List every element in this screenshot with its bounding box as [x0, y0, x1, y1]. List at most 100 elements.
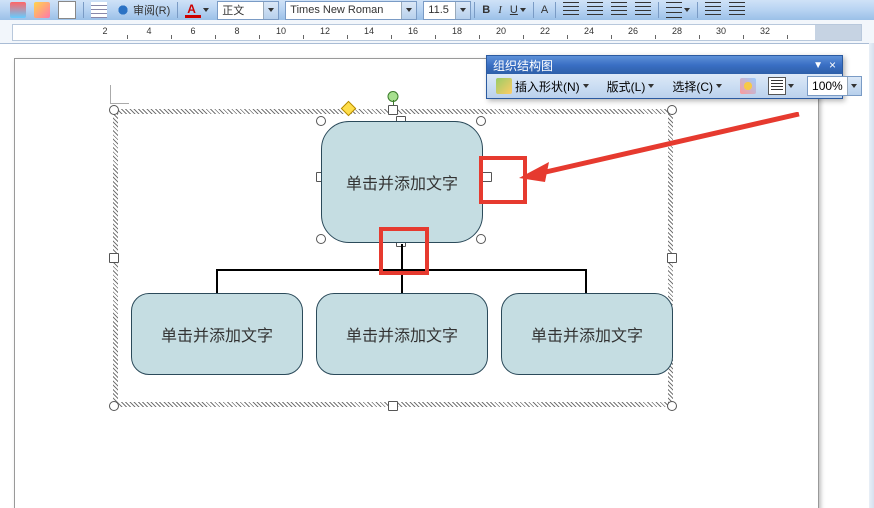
align-left-button[interactable]	[559, 0, 583, 20]
horizontal-ruler[interactable]: 2468101214161820222426283032	[0, 20, 874, 44]
justify-icon	[635, 2, 651, 18]
autoformat-button[interactable]	[735, 75, 761, 97]
ruler-number: 4	[146, 26, 151, 36]
chevron-down-icon[interactable]	[847, 77, 861, 95]
autoformat-icon	[740, 78, 756, 94]
bold-icon: B	[482, 4, 490, 16]
org-chart-toolbar[interactable]: 组织结构图 ▼ × 插入形状(N) 版式(L) 选择(C)	[486, 55, 843, 99]
ruler-number: 18	[452, 26, 462, 36]
chevron-down-icon	[716, 84, 722, 88]
ruler-ticks: 2468101214161820222426283032	[12, 24, 862, 39]
style-combo[interactable]: 正文	[217, 1, 279, 20]
shape-handle[interactable]	[476, 234, 486, 244]
ruler-number: 16	[408, 26, 418, 36]
insert-shape-icon	[496, 78, 512, 94]
close-icon[interactable]: ×	[829, 58, 836, 72]
font-size-combo[interactable]: 11.5	[423, 1, 471, 20]
zoom-combo[interactable]: 100%	[807, 76, 862, 96]
shape-handle[interactable]	[476, 116, 486, 126]
org-node-text: 单击并添加文字	[161, 322, 273, 346]
page-icon	[58, 1, 76, 19]
em-mark-button[interactable]: A	[537, 0, 552, 20]
resize-handle[interactable]	[388, 401, 398, 411]
highlight-icon	[34, 2, 50, 18]
chevron-down-icon[interactable]	[401, 2, 416, 19]
justify-button[interactable]	[631, 0, 655, 20]
toolbar-icon-2[interactable]	[30, 0, 54, 20]
font-color-button[interactable]: A	[181, 0, 213, 20]
main-toolbar: 审阅(R) A 正文 Times New Roman 11.5 B I U A	[0, 0, 874, 21]
org-node-child[interactable]: 单击并添加文字	[131, 293, 303, 375]
org-node-top[interactable]: 单击并添加文字	[321, 121, 483, 243]
select-button[interactable]: 选择(C)	[667, 75, 727, 97]
italic-button[interactable]: I	[494, 0, 506, 20]
chevron-down-icon[interactable]	[455, 2, 470, 19]
ruler-number: 32	[760, 26, 770, 36]
resize-handle[interactable]	[667, 105, 677, 115]
text-wrap-icon	[768, 77, 786, 95]
underline-icon: U	[510, 4, 518, 16]
align-right-icon	[611, 2, 627, 18]
zoom-value: 100%	[808, 79, 847, 93]
ruler-number: 10	[276, 26, 286, 36]
ruler-number: 6	[190, 26, 195, 36]
text-wrap-button[interactable]	[763, 75, 799, 97]
line-spacing-icon	[666, 2, 682, 18]
bullet-list-icon	[729, 2, 745, 18]
numbered-list-icon	[705, 2, 721, 18]
toolbar-icon-1[interactable]	[6, 0, 30, 20]
shape-handle[interactable]	[316, 234, 326, 244]
org-node-child[interactable]: 单击并添加文字	[501, 293, 673, 375]
chevron-down-icon	[788, 84, 794, 88]
review-icon	[115, 2, 131, 18]
review-label: 审阅(R)	[133, 2, 170, 18]
font-color-icon: A	[185, 2, 201, 18]
toolbar-icon-4[interactable]	[87, 0, 111, 20]
scrollbar-edge[interactable]	[869, 43, 874, 508]
font-name-value: Times New Roman	[286, 4, 401, 16]
resize-handle[interactable]	[109, 401, 119, 411]
em-mark-icon: A	[541, 4, 548, 16]
resize-handle[interactable]	[388, 105, 398, 115]
underline-button[interactable]: U	[506, 0, 530, 20]
align-center-button[interactable]	[583, 0, 607, 20]
chevron-down-icon	[203, 8, 209, 12]
font-name-combo[interactable]: Times New Roman	[285, 1, 417, 20]
chevron-down-icon	[520, 8, 526, 12]
insert-shape-button[interactable]: 插入形状(N)	[491, 75, 594, 97]
resize-handle[interactable]	[667, 253, 677, 263]
numbered-list-button[interactable]	[701, 0, 725, 20]
org-node-child[interactable]: 单击并添加文字	[316, 293, 488, 375]
margin-corner-mark	[110, 85, 129, 104]
org-node-text: 单击并添加文字	[531, 322, 643, 346]
ruler-number: 20	[496, 26, 506, 36]
palette-icon	[10, 2, 26, 18]
annotation-box	[379, 227, 429, 275]
review-button[interactable]: 审阅(R)	[111, 0, 174, 20]
bullet-list-button[interactable]	[725, 0, 749, 20]
chevron-down-icon	[648, 84, 654, 88]
app-stage: 审阅(R) A 正文 Times New Roman 11.5 B I U A	[0, 0, 874, 508]
resize-handle[interactable]	[109, 105, 119, 115]
resize-handle[interactable]	[667, 401, 677, 411]
ruler-number: 22	[540, 26, 550, 36]
ruler-number: 28	[672, 26, 682, 36]
annotation-box	[479, 156, 527, 204]
chevron-down-icon	[583, 84, 589, 88]
line-spacing-button[interactable]	[662, 0, 694, 20]
org-node-text: 单击并添加文字	[346, 170, 458, 194]
shape-handle[interactable]	[316, 116, 326, 126]
font-size-value: 11.5	[424, 4, 455, 16]
minimize-icon[interactable]: ▼	[813, 60, 823, 71]
insert-shape-label: 插入形状(N)	[515, 78, 580, 95]
toolbar-icon-3[interactable]	[54, 0, 80, 20]
align-right-button[interactable]	[607, 0, 631, 20]
resize-handle[interactable]	[109, 253, 119, 263]
table-icon	[91, 2, 107, 18]
align-center-icon	[587, 2, 603, 18]
ruler-number: 14	[364, 26, 374, 36]
bold-button[interactable]: B	[478, 0, 494, 20]
chevron-down-icon[interactable]	[263, 2, 278, 19]
toolbar-titlebar[interactable]: 组织结构图 ▼ ×	[487, 56, 842, 74]
layout-button[interactable]: 版式(L)	[602, 75, 660, 97]
